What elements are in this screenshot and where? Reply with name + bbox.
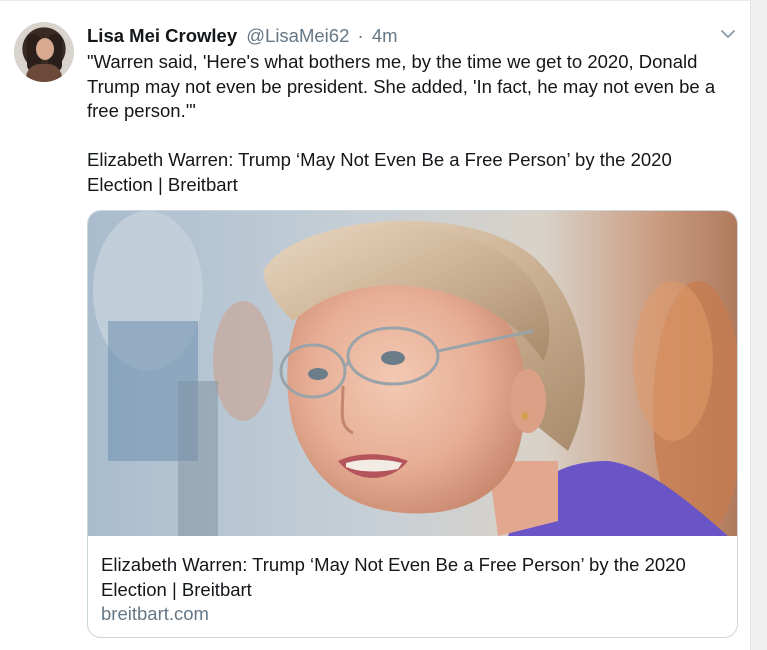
avatar[interactable]	[14, 22, 74, 82]
link-card[interactable]: Elizabeth Warren: Trump ‘May Not Even Be…	[87, 210, 738, 638]
header-separator: ·	[357, 25, 364, 46]
tweet[interactable]: Lisa Mei Crowley @LisaMei62 · 4m "Warren…	[0, 0, 751, 650]
tweet-header: Lisa Mei Crowley @LisaMei62 · 4m	[87, 25, 398, 47]
scrollbar[interactable]	[750, 0, 767, 650]
author-name[interactable]: Lisa Mei Crowley	[87, 25, 237, 46]
avatar-body	[26, 64, 62, 82]
card-text: Elizabeth Warren: Trump ‘May Not Even Be…	[101, 553, 721, 626]
tweet-text: "Warren said, 'Here's what bothers me, b…	[87, 51, 716, 195]
tweet-timestamp[interactable]: 4m	[372, 25, 398, 46]
card-title: Elizabeth Warren: Trump ‘May Not Even Be…	[101, 554, 686, 600]
card-domain: breitbart.com	[101, 603, 209, 624]
author-handle[interactable]: @LisaMei62	[246, 25, 349, 46]
chevron-down-icon[interactable]	[718, 24, 738, 44]
card-image	[88, 211, 737, 536]
avatar-face	[36, 38, 54, 60]
